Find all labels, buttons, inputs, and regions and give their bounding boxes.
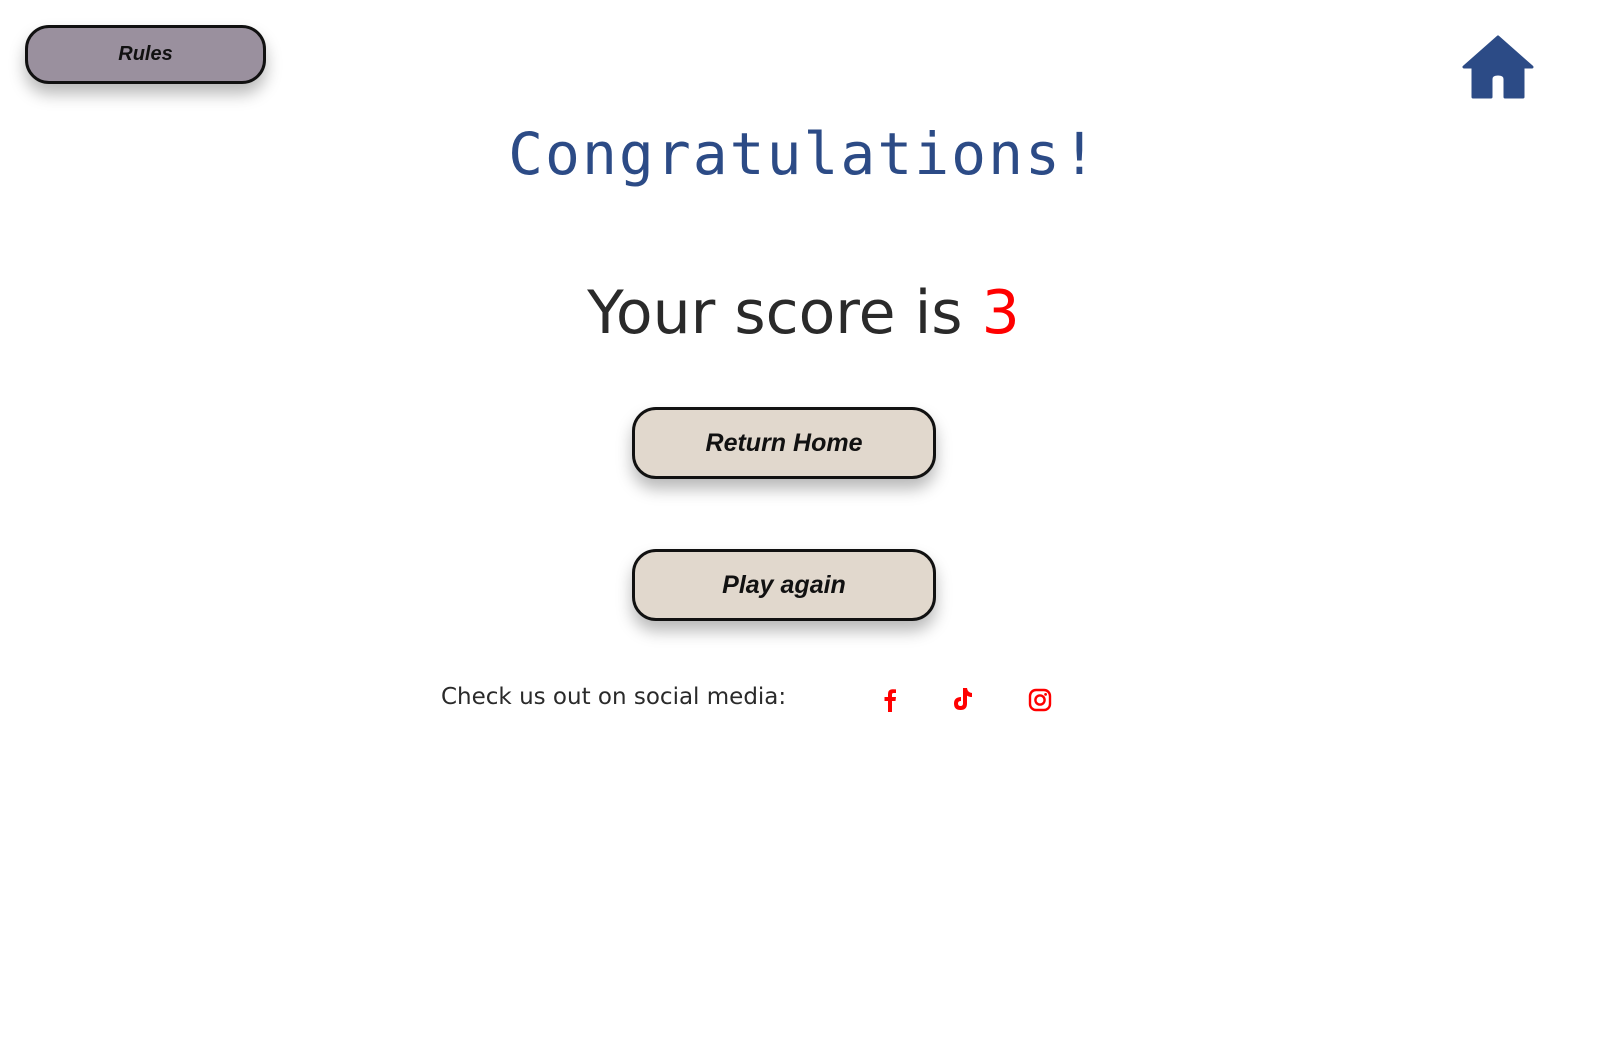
score-value: 3 [981,278,1020,348]
home-icon[interactable] [1462,35,1534,99]
score-line: Your score is 3 [0,278,1607,348]
page: Rules Congratulations! Your score is 3 R… [0,0,1607,1048]
play-again-label: Play again [722,570,846,599]
facebook-icon[interactable] [876,686,904,714]
rules-button[interactable]: Rules [25,25,266,84]
rules-button-label: Rules [118,43,173,65]
page-title: Congratulations! [508,120,1099,188]
social-label: Check us out on social media: [441,684,787,710]
return-home-label: Return Home [705,428,863,457]
instagram-icon[interactable] [1026,686,1054,714]
play-again-button[interactable]: Play again [632,549,936,621]
score-prefix: Your score is [587,278,963,348]
tiktok-icon[interactable] [949,686,977,714]
social-media-row: Check us out on social media: [441,682,1121,722]
return-home-button[interactable]: Return Home [632,407,936,479]
